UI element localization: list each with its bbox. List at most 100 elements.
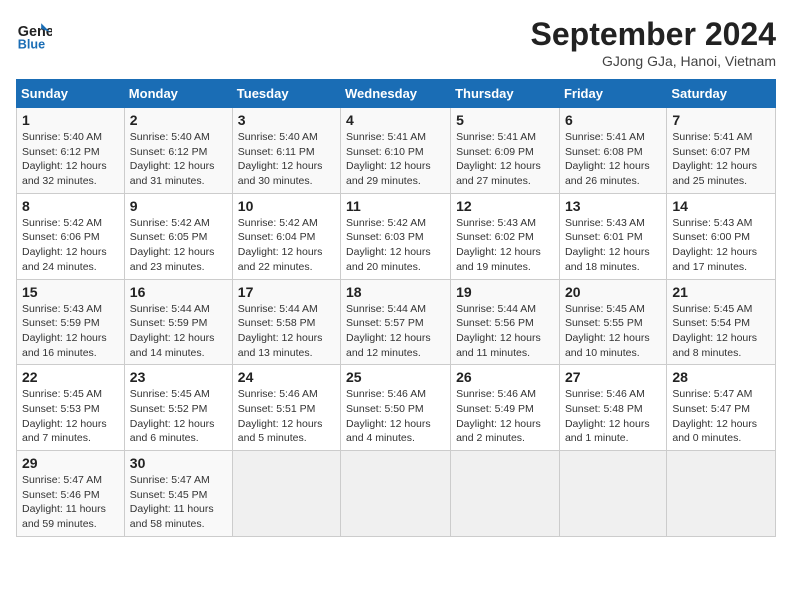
day-detail: Sunrise: 5:44 AM Sunset: 5:58 PM Dayligh… xyxy=(238,302,335,361)
svg-text:Blue: Blue xyxy=(18,37,45,51)
calendar-day-cell: 12 Sunrise: 5:43 AM Sunset: 6:02 PM Dayli… xyxy=(451,193,560,279)
day-number: 14 xyxy=(672,198,770,214)
day-detail: Sunrise: 5:47 AM Sunset: 5:46 PM Dayligh… xyxy=(22,473,119,532)
calendar-day-cell: 3 Sunrise: 5:40 AM Sunset: 6:11 PM Daylig… xyxy=(232,108,340,194)
day-detail: Sunrise: 5:40 AM Sunset: 6:12 PM Dayligh… xyxy=(130,130,227,189)
day-number: 19 xyxy=(456,284,554,300)
calendar-day-cell: 9 Sunrise: 5:42 AM Sunset: 6:05 PM Daylig… xyxy=(124,193,232,279)
weekday-header-row: SundayMondayTuesdayWednesdayThursdayFrid… xyxy=(17,80,776,108)
logo-icon: General Blue xyxy=(16,16,52,52)
calendar-body: 1 Sunrise: 5:40 AM Sunset: 6:12 PM Daylig… xyxy=(17,108,776,537)
day-detail: Sunrise: 5:43 AM Sunset: 5:59 PM Dayligh… xyxy=(22,302,119,361)
day-detail: Sunrise: 5:44 AM Sunset: 5:59 PM Dayligh… xyxy=(130,302,227,361)
calendar-day-cell: 1 Sunrise: 5:40 AM Sunset: 6:12 PM Daylig… xyxy=(17,108,125,194)
day-number: 12 xyxy=(456,198,554,214)
location-subtitle: GJong GJa, Hanoi, Vietnam xyxy=(531,53,776,69)
day-detail: Sunrise: 5:43 AM Sunset: 6:02 PM Dayligh… xyxy=(456,216,554,275)
day-detail: Sunrise: 5:44 AM Sunset: 5:56 PM Dayligh… xyxy=(456,302,554,361)
calendar-day-cell: 5 Sunrise: 5:41 AM Sunset: 6:09 PM Daylig… xyxy=(451,108,560,194)
day-number: 7 xyxy=(672,112,770,128)
day-detail: Sunrise: 5:41 AM Sunset: 6:09 PM Dayligh… xyxy=(456,130,554,189)
day-number: 30 xyxy=(130,455,227,471)
logo: General Blue xyxy=(16,16,52,52)
day-detail: Sunrise: 5:46 AM Sunset: 5:50 PM Dayligh… xyxy=(346,387,445,446)
day-number: 11 xyxy=(346,198,445,214)
calendar-day-cell xyxy=(341,451,451,537)
day-detail: Sunrise: 5:41 AM Sunset: 6:10 PM Dayligh… xyxy=(346,130,445,189)
calendar-day-cell: 2Sunrise: 5:40 AM Sunset: 6:12 PM Daylig… xyxy=(124,108,232,194)
day-detail: Sunrise: 5:45 AM Sunset: 5:52 PM Dayligh… xyxy=(130,387,227,446)
day-number: 23 xyxy=(130,369,227,385)
day-detail: Sunrise: 5:42 AM Sunset: 6:03 PM Dayligh… xyxy=(346,216,445,275)
day-number: 15 xyxy=(22,284,119,300)
calendar-day-cell: 20Sunrise: 5:45 AM Sunset: 5:55 PM Dayli… xyxy=(559,279,666,365)
calendar-day-cell: 6 Sunrise: 5:41 AM Sunset: 6:08 PM Daylig… xyxy=(559,108,666,194)
calendar-day-cell: 14 Sunrise: 5:43 AM Sunset: 6:00 PM Dayli… xyxy=(667,193,776,279)
weekday-header-cell: Friday xyxy=(559,80,666,108)
calendar-day-cell: 25 Sunrise: 5:46 AM Sunset: 5:50 PM Dayli… xyxy=(341,365,451,451)
day-detail: Sunrise: 5:47 AM Sunset: 5:47 PM Dayligh… xyxy=(672,387,770,446)
calendar-day-cell: 26 Sunrise: 5:46 AM Sunset: 5:49 PM Dayli… xyxy=(451,365,560,451)
calendar-day-cell: 27Sunrise: 5:46 AM Sunset: 5:48 PM Dayli… xyxy=(559,365,666,451)
day-detail: Sunrise: 5:42 AM Sunset: 6:04 PM Dayligh… xyxy=(238,216,335,275)
weekday-header-cell: Saturday xyxy=(667,80,776,108)
calendar-day-cell: 8Sunrise: 5:42 AM Sunset: 6:06 PM Daylig… xyxy=(17,193,125,279)
day-number: 9 xyxy=(130,198,227,214)
calendar-day-cell: 10 Sunrise: 5:42 AM Sunset: 6:04 PM Dayli… xyxy=(232,193,340,279)
weekday-header-cell: Thursday xyxy=(451,80,560,108)
calendar-day-cell: 19 Sunrise: 5:44 AM Sunset: 5:56 PM Dayli… xyxy=(451,279,560,365)
day-detail: Sunrise: 5:44 AM Sunset: 5:57 PM Dayligh… xyxy=(346,302,445,361)
calendar-day-cell: 11 Sunrise: 5:42 AM Sunset: 6:03 PM Dayli… xyxy=(341,193,451,279)
calendar-day-cell: 28 Sunrise: 5:47 AM Sunset: 5:47 PM Dayli… xyxy=(667,365,776,451)
day-detail: Sunrise: 5:42 AM Sunset: 6:05 PM Dayligh… xyxy=(130,216,227,275)
day-detail: Sunrise: 5:45 AM Sunset: 5:53 PM Dayligh… xyxy=(22,387,119,446)
calendar-day-cell xyxy=(667,451,776,537)
calendar-week-row: 8Sunrise: 5:42 AM Sunset: 6:06 PM Daylig… xyxy=(17,193,776,279)
month-title: September 2024 xyxy=(531,16,776,53)
calendar-week-row: 1 Sunrise: 5:40 AM Sunset: 6:12 PM Daylig… xyxy=(17,108,776,194)
calendar-day-cell: 17 Sunrise: 5:44 AM Sunset: 5:58 PM Dayli… xyxy=(232,279,340,365)
day-detail: Sunrise: 5:42 AM Sunset: 6:06 PM Dayligh… xyxy=(22,216,119,275)
day-number: 6 xyxy=(565,112,661,128)
day-number: 5 xyxy=(456,112,554,128)
day-detail: Sunrise: 5:43 AM Sunset: 6:01 PM Dayligh… xyxy=(565,216,661,275)
calendar-week-row: 15 Sunrise: 5:43 AM Sunset: 5:59 PM Dayli… xyxy=(17,279,776,365)
page-header: General Blue September 2024 GJong GJa, H… xyxy=(16,16,776,69)
calendar-day-cell: 24Sunrise: 5:46 AM Sunset: 5:51 PM Dayli… xyxy=(232,365,340,451)
day-number: 28 xyxy=(672,369,770,385)
day-number: 13 xyxy=(565,198,661,214)
day-number: 20 xyxy=(565,284,661,300)
day-number: 10 xyxy=(238,198,335,214)
day-detail: Sunrise: 5:41 AM Sunset: 6:07 PM Dayligh… xyxy=(672,130,770,189)
weekday-header-cell: Monday xyxy=(124,80,232,108)
day-detail: Sunrise: 5:43 AM Sunset: 6:00 PM Dayligh… xyxy=(672,216,770,275)
day-number: 27 xyxy=(565,369,661,385)
day-number: 3 xyxy=(238,112,335,128)
day-detail: Sunrise: 5:46 AM Sunset: 5:49 PM Dayligh… xyxy=(456,387,554,446)
calendar-week-row: 22 Sunrise: 5:45 AM Sunset: 5:53 PM Dayli… xyxy=(17,365,776,451)
day-detail: Sunrise: 5:40 AM Sunset: 6:12 PM Dayligh… xyxy=(22,130,119,189)
day-number: 1 xyxy=(22,112,119,128)
calendar-day-cell: 29Sunrise: 5:47 AM Sunset: 5:46 PM Dayli… xyxy=(17,451,125,537)
day-detail: Sunrise: 5:47 AM Sunset: 5:45 PM Dayligh… xyxy=(130,473,227,532)
weekday-header-cell: Sunday xyxy=(17,80,125,108)
calendar-day-cell: 7 Sunrise: 5:41 AM Sunset: 6:07 PM Daylig… xyxy=(667,108,776,194)
day-number: 17 xyxy=(238,284,335,300)
calendar-day-cell: 23 Sunrise: 5:45 AM Sunset: 5:52 PM Dayli… xyxy=(124,365,232,451)
calendar-day-cell xyxy=(451,451,560,537)
weekday-header-cell: Wednesday xyxy=(341,80,451,108)
calendar-day-cell xyxy=(559,451,666,537)
calendar-table: SundayMondayTuesdayWednesdayThursdayFrid… xyxy=(16,79,776,537)
day-detail: Sunrise: 5:41 AM Sunset: 6:08 PM Dayligh… xyxy=(565,130,661,189)
day-number: 25 xyxy=(346,369,445,385)
day-number: 21 xyxy=(672,284,770,300)
day-number: 22 xyxy=(22,369,119,385)
day-number: 26 xyxy=(456,369,554,385)
day-detail: Sunrise: 5:40 AM Sunset: 6:11 PM Dayligh… xyxy=(238,130,335,189)
calendar-day-cell: 16Sunrise: 5:44 AM Sunset: 5:59 PM Dayli… xyxy=(124,279,232,365)
calendar-day-cell xyxy=(232,451,340,537)
day-number: 24 xyxy=(238,369,335,385)
title-area: September 2024 GJong GJa, Hanoi, Vietnam xyxy=(531,16,776,69)
calendar-day-cell: 22 Sunrise: 5:45 AM Sunset: 5:53 PM Dayli… xyxy=(17,365,125,451)
weekday-header-cell: Tuesday xyxy=(232,80,340,108)
